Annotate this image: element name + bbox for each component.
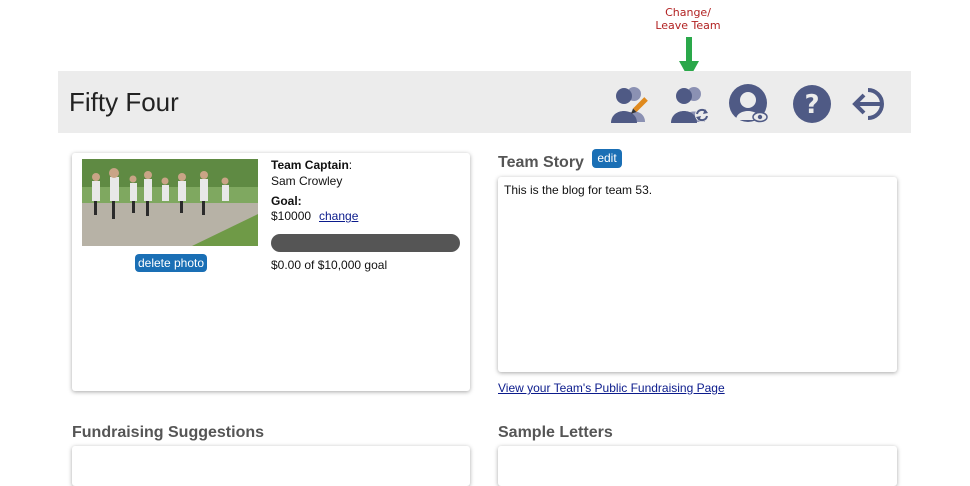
view-profile-icon[interactable] bbox=[728, 84, 772, 124]
team-captain-name: Sam Crowley bbox=[271, 174, 343, 188]
team-photo bbox=[82, 159, 258, 246]
edit-story-button[interactable]: edit bbox=[592, 149, 622, 168]
delete-photo-button[interactable]: delete photo bbox=[135, 254, 207, 272]
sample-letters-title: Sample Letters bbox=[498, 424, 613, 441]
svg-text:?: ? bbox=[804, 90, 819, 120]
logout-icon[interactable] bbox=[850, 84, 894, 124]
annotation-line-1: Change/ bbox=[665, 6, 711, 19]
fundraising-progress-bar bbox=[271, 234, 460, 252]
goal-label: Goal: bbox=[271, 194, 302, 208]
team-captain-label-text: Team Captain bbox=[271, 158, 349, 172]
team-name-title: Fifty Four bbox=[69, 87, 179, 117]
sample-letters-box bbox=[498, 446, 897, 486]
change-team-annotation: Change/ Leave Team bbox=[648, 6, 728, 32]
team-story-text: This is the blog for team 53. bbox=[504, 183, 653, 197]
team-captain-label: Team Captain: bbox=[271, 158, 353, 172]
goal-value: $10000 bbox=[271, 209, 312, 223]
team-story-title: Team Story bbox=[498, 154, 584, 171]
team-header: Fifty Four ? bbox=[58, 71, 911, 133]
change-goal-link[interactable]: change bbox=[319, 209, 358, 223]
fundraising-suggestions-box bbox=[72, 446, 470, 486]
change-team-icon[interactable] bbox=[668, 84, 712, 124]
edit-team-icon[interactable] bbox=[608, 84, 652, 124]
help-icon[interactable]: ? bbox=[789, 84, 833, 124]
public-fundraising-page-link[interactable]: View your Team's Public Fundraising Page bbox=[498, 381, 725, 395]
annotation-line-2: Leave Team bbox=[655, 19, 721, 32]
fundraising-progress-text: $0.00 of $10,000 goal bbox=[271, 258, 388, 272]
team-story-box: This is the blog for team 53. bbox=[498, 177, 897, 372]
fundraising-suggestions-title: Fundraising Suggestions bbox=[72, 424, 265, 441]
team-info-card: delete photo Team Captain: Sam Crowley G… bbox=[72, 153, 470, 391]
